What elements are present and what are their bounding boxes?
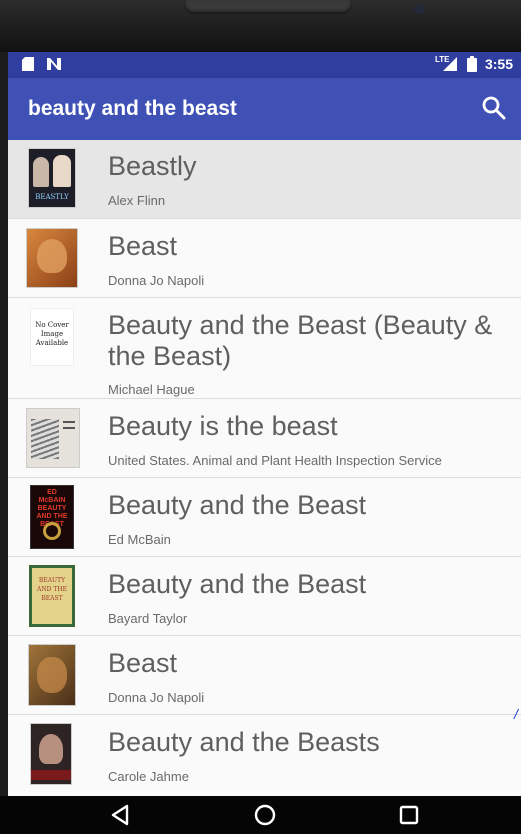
signal-icon: LTE xyxy=(435,55,459,72)
book-title: Beauty and the Beast xyxy=(108,569,367,599)
cover-text: No Cover Image Available xyxy=(35,321,69,347)
list-item[interactable]: ED McBAIN BEAUTY AND THE BEAST Beauty an… xyxy=(8,478,521,557)
book-author: Carole Jahme xyxy=(108,769,189,784)
navigation-bar xyxy=(0,796,521,834)
cover-text: BEASTLY xyxy=(35,193,69,201)
list-item[interactable]: No Cover Image Available Beauty and the … xyxy=(8,298,521,399)
book-cover: BEAUTY AND THE BEAST xyxy=(29,565,75,627)
book-author: Donna Jo Napoli xyxy=(108,690,205,705)
book-author: United States. Animal and Plant Health I… xyxy=(108,453,442,468)
list-item[interactable]: Beast Donna Jo Napoli xyxy=(8,219,521,298)
book-cover xyxy=(26,228,78,288)
sd-card-icon xyxy=(22,57,34,71)
battery-icon xyxy=(466,56,477,72)
list-item[interactable]: BEAUTY AND THE BEAST Beauty and the Beas… xyxy=(8,557,521,636)
clock: 3:55 xyxy=(484,56,513,72)
book-author: Bayard Taylor xyxy=(108,611,188,626)
search-query-title[interactable]: beauty and the beast xyxy=(28,97,237,121)
list-item[interactable]: Beauty and the Beasts Carole Jahme xyxy=(8,715,521,795)
search-icon[interactable] xyxy=(481,95,507,121)
list-item[interactable]: BEASTLY Beastly Alex Flinn xyxy=(8,140,521,219)
edge-artifact: / xyxy=(514,706,518,722)
list-item[interactable]: Beast Donna Jo Napoli xyxy=(8,636,521,715)
book-title: Beast xyxy=(108,648,178,678)
book-author: Michael Hague xyxy=(108,382,195,397)
n-notification-icon xyxy=(47,58,61,70)
book-title: Beauty is the beast xyxy=(108,411,338,441)
device-bezel-top xyxy=(0,0,521,52)
cover-text: BEAUTY AND THE BEAST xyxy=(37,577,67,602)
home-circle-icon[interactable] xyxy=(252,803,278,827)
app-bar: beauty and the beast xyxy=(8,78,521,140)
book-author: Donna Jo Napoli xyxy=(108,273,205,288)
book-title: Beastly xyxy=(108,151,197,181)
book-cover xyxy=(30,723,72,785)
phone-screen: LTE 3:55 beauty and the beast BEASTLY Be… xyxy=(8,52,521,796)
book-cover xyxy=(28,644,76,706)
book-author: Ed McBain xyxy=(108,532,171,547)
book-cover: No Cover Image Available xyxy=(30,308,74,366)
list-item[interactable]: Beauty is the beast United States. Anima… xyxy=(8,399,521,478)
book-author: Alex Flinn xyxy=(108,193,166,208)
book-title: Beauty and the Beast xyxy=(108,490,367,520)
book-cover xyxy=(26,408,80,468)
earpiece-speaker xyxy=(184,0,352,14)
results-list: BEASTLY Beastly Alex Flinn Beast Donna J… xyxy=(8,140,521,795)
book-cover: BEASTLY xyxy=(28,148,76,208)
book-cover: ED McBAIN BEAUTY AND THE BEAST xyxy=(30,485,74,549)
front-camera xyxy=(414,4,424,14)
back-triangle-icon[interactable] xyxy=(108,803,134,827)
book-title: Beauty and the Beast (Beauty & the Beast… xyxy=(108,310,493,371)
book-title: Beauty and the Beasts xyxy=(108,727,380,757)
book-title: Beast xyxy=(108,231,178,261)
status-bar: LTE 3:55 xyxy=(8,52,521,78)
recents-square-icon[interactable] xyxy=(396,803,422,827)
